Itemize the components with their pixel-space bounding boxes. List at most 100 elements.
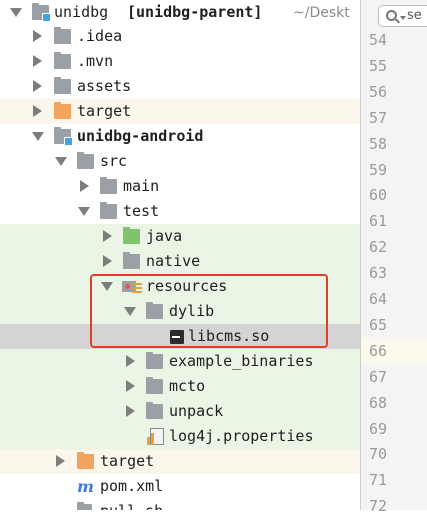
folder-icon — [54, 52, 71, 69]
tree-node-log4j[interactable]: log4j.properties — [0, 424, 360, 449]
chevron-down-icon[interactable] — [32, 132, 44, 141]
tree-label: native — [146, 252, 201, 270]
line-number: 59 — [369, 160, 388, 179]
folder-icon — [146, 377, 163, 394]
search-input[interactable]: se — [378, 5, 427, 27]
properties-file-icon — [147, 428, 164, 445]
line-number: 58 — [369, 134, 388, 153]
editor-gutter: 54 55 56 57 58 59 60 61 62 63 64 65 66 67 68 69 70 71 72 s… — [361, 0, 427, 515]
line-number: 68 — [369, 393, 388, 412]
tree-node-src[interactable]: src — [0, 149, 360, 174]
tree-node-example-binaries[interactable]: example_binaries — [0, 349, 360, 374]
tree-node-target-android[interactable]: target — [0, 449, 360, 474]
chevron-right-icon[interactable] — [126, 380, 135, 392]
tree-node-unpack[interactable]: unpack — [0, 399, 360, 424]
tree-node-mvn[interactable]: .mvn — [0, 49, 360, 74]
excluded-folder-icon — [77, 452, 94, 469]
chevron-down-icon[interactable] — [124, 307, 136, 316]
chevron-right-icon[interactable] — [56, 455, 65, 467]
tree-label: mcto — [169, 377, 206, 395]
chevron-right-icon[interactable] — [126, 355, 135, 367]
tree-node-pull[interactable]: pull.sh — [0, 499, 360, 510]
tree-label: .idea — [77, 27, 123, 45]
tree-node-java[interactable]: java — [0, 224, 360, 249]
tree-label: resources — [146, 277, 228, 295]
chevron-right-icon[interactable] — [33, 55, 42, 67]
folder-icon — [100, 177, 117, 194]
line-number: 61 — [369, 212, 388, 231]
chevron-down-icon[interactable] — [101, 282, 113, 291]
maven-pom-icon: m — [77, 477, 94, 496]
tree-node-main[interactable]: main — [0, 174, 360, 199]
tree-label: src — [100, 152, 128, 170]
chevron-right-icon[interactable] — [126, 405, 135, 417]
folder-icon — [100, 202, 117, 219]
line-number: 64 — [369, 290, 388, 308]
tree-label: target — [100, 452, 155, 470]
module-folder-icon — [54, 127, 73, 146]
tree-label: test — [123, 202, 160, 220]
line-number: 62 — [369, 238, 388, 257]
tree-label: java — [146, 227, 183, 245]
search-icon — [386, 10, 397, 21]
line-number: 56 — [369, 82, 388, 101]
tree-node-dylib[interactable]: dylib — [0, 299, 360, 324]
line-number: 69 — [369, 419, 388, 438]
chevron-right-icon[interactable] — [103, 255, 112, 267]
chevron-right-icon[interactable] — [103, 230, 112, 242]
tree-label: log4j.properties — [169, 427, 314, 445]
chevron-right-icon[interactable] — [33, 105, 42, 117]
tree-label: pom.xml — [100, 477, 164, 495]
tree-node-assets[interactable]: assets — [0, 74, 360, 99]
tree-label: .mvn — [77, 52, 114, 70]
tree-node-libcms[interactable]: libcms.so — [0, 324, 360, 349]
tree-label: unpack — [169, 402, 224, 420]
folder-icon — [146, 302, 163, 319]
chevron-down-icon[interactable] — [10, 8, 22, 17]
folder-icon — [146, 402, 163, 419]
folder-icon — [123, 252, 140, 269]
chevron-right-icon[interactable] — [33, 30, 42, 42]
tree-node-test[interactable]: test — [0, 199, 360, 224]
tree-node-target-root[interactable]: target — [0, 99, 360, 124]
line-number: 57 — [369, 108, 388, 127]
root-module-name: [unidbg-parent] — [127, 3, 263, 21]
chevron-down-icon[interactable] — [78, 207, 90, 216]
chevron-down-icon[interactable] — [55, 157, 67, 166]
shell-file-icon — [77, 502, 92, 510]
tree-label: target — [77, 102, 132, 120]
tree-label: pull.sh — [100, 499, 163, 510]
search-text: se — [407, 8, 422, 23]
folder-icon — [54, 27, 71, 44]
chevron-right-icon[interactable] — [80, 180, 89, 192]
folder-icon — [77, 152, 94, 169]
tree-node-native[interactable]: native — [0, 249, 360, 274]
tree-node-unidbg[interactable]: unidbg [unidbg-parent] ~/Deskt — [0, 0, 360, 25]
root-name: unidbg — [54, 3, 109, 21]
binary-file-icon — [170, 330, 184, 344]
tree-label: libcms.so — [188, 327, 270, 345]
line-number: 63 — [369, 264, 388, 283]
tree-label: example_binaries — [169, 352, 314, 370]
tree-label: unidbg-android — [77, 127, 204, 145]
project-tree: unidbg [unidbg-parent] ~/Deskt .idea .mv… — [0, 0, 360, 510]
tree-node-mcto[interactable]: mcto — [0, 374, 360, 399]
line-number: 60 — [369, 186, 388, 205]
module-folder-icon — [32, 3, 51, 22]
tree-node-unidbg-android[interactable]: unidbg-android — [0, 124, 360, 149]
chevron-right-icon[interactable] — [33, 80, 42, 92]
line-number: 54 — [369, 31, 388, 49]
excluded-folder-icon — [54, 102, 71, 119]
line-number: 55 — [369, 56, 388, 75]
folder-icon — [54, 77, 71, 94]
chevron-down-icon[interactable] — [400, 16, 406, 20]
tree-label: assets — [77, 77, 132, 95]
line-number: 66 — [361, 338, 427, 364]
line-number: 71 — [369, 471, 388, 490]
tree-node-resources[interactable]: resources — [0, 274, 360, 299]
test-resources-folder-icon — [122, 279, 142, 294]
test-source-folder-icon — [123, 227, 140, 244]
tree-node-pom[interactable]: m pom.xml — [0, 474, 360, 499]
line-number: 65 — [369, 315, 388, 334]
tree-node-idea[interactable]: .idea — [0, 24, 360, 49]
